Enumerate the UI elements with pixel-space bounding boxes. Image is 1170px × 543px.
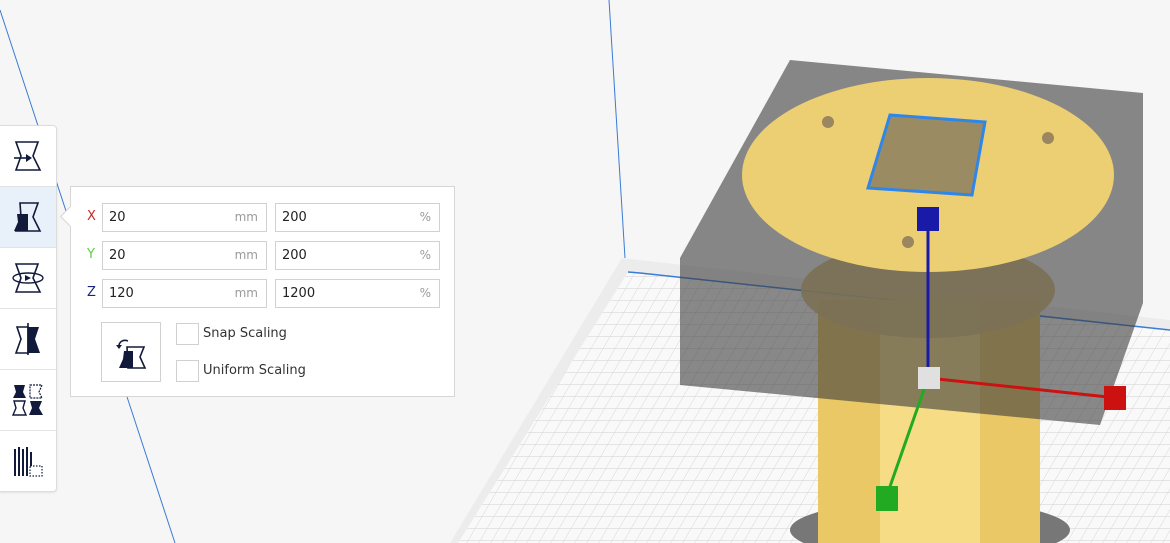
per-model-settings-button[interactable] [0,370,56,431]
z-mm-input[interactable]: 120 mm [102,279,267,308]
scale-tool-icon [14,202,42,232]
y-percent-input[interactable]: 200% [275,241,440,270]
y-mm-value: 20 [109,248,126,263]
y-mm-input[interactable]: 20 mm [102,241,267,270]
unit-label: mm [234,286,258,300]
gizmo-z-handle[interactable] [917,207,939,231]
unit-label: % [419,248,431,262]
unit-label: mm [234,210,258,224]
axis-label-y: Y [87,247,95,262]
move-tool-button[interactable] [0,126,56,187]
per-model-settings-icon [11,384,43,416]
axis-label-x: X [87,209,96,224]
scale-panel: X 20 mm 200% Y 20 mm 200% Z 120 mm 1200% Sn… [59,186,455,397]
snap-scaling-label: Snap Scaling [203,326,287,341]
mirror-tool-button[interactable] [0,309,56,370]
scale-row-x: X 20 mm 200% [71,203,454,232]
gizmo-y-handle[interactable] [876,486,898,511]
x-percent-input[interactable]: 200% [275,203,440,232]
support-blocker-icon [14,447,43,477]
support-blocker-button[interactable] [0,431,56,491]
rotate-tool-icon [12,263,44,293]
axis-label-z: Z [87,285,96,300]
uniform-scaling-label: Uniform Scaling [203,363,306,378]
rotate-tool-button[interactable] [0,248,56,309]
unit-label: % [419,210,431,224]
build-volume-edge [608,0,626,259]
move-tool-icon [14,141,42,171]
unit-label: mm [234,248,258,262]
scale-row-z: Z 120 mm 1200% [71,279,454,308]
x-percent-value: 200 [282,210,307,225]
z-percent-input[interactable]: 1200% [275,279,440,308]
gizmo-center-handle[interactable] [918,367,940,389]
gizmo-x-handle[interactable] [1104,386,1126,410]
reset-scale-icon [116,339,147,369]
uniform-scaling-checkbox[interactable] [176,360,199,382]
snap-scaling-checkbox[interactable] [176,323,199,345]
z-mm-value: 120 [109,286,134,301]
x-mm-value: 20 [109,210,126,225]
y-percent-value: 200 [282,248,307,263]
x-mm-input[interactable]: 20 mm [102,203,267,232]
scale-tool-button[interactable] [0,187,56,248]
unit-label: % [419,286,431,300]
selection-outline [866,113,987,197]
mirror-tool-icon [14,323,40,355]
scale-row-y: Y 20 mm 200% [71,241,454,270]
z-percent-value: 1200 [282,286,316,301]
reset-scale-button[interactable] [101,322,161,382]
tool-toolbar [0,125,57,492]
